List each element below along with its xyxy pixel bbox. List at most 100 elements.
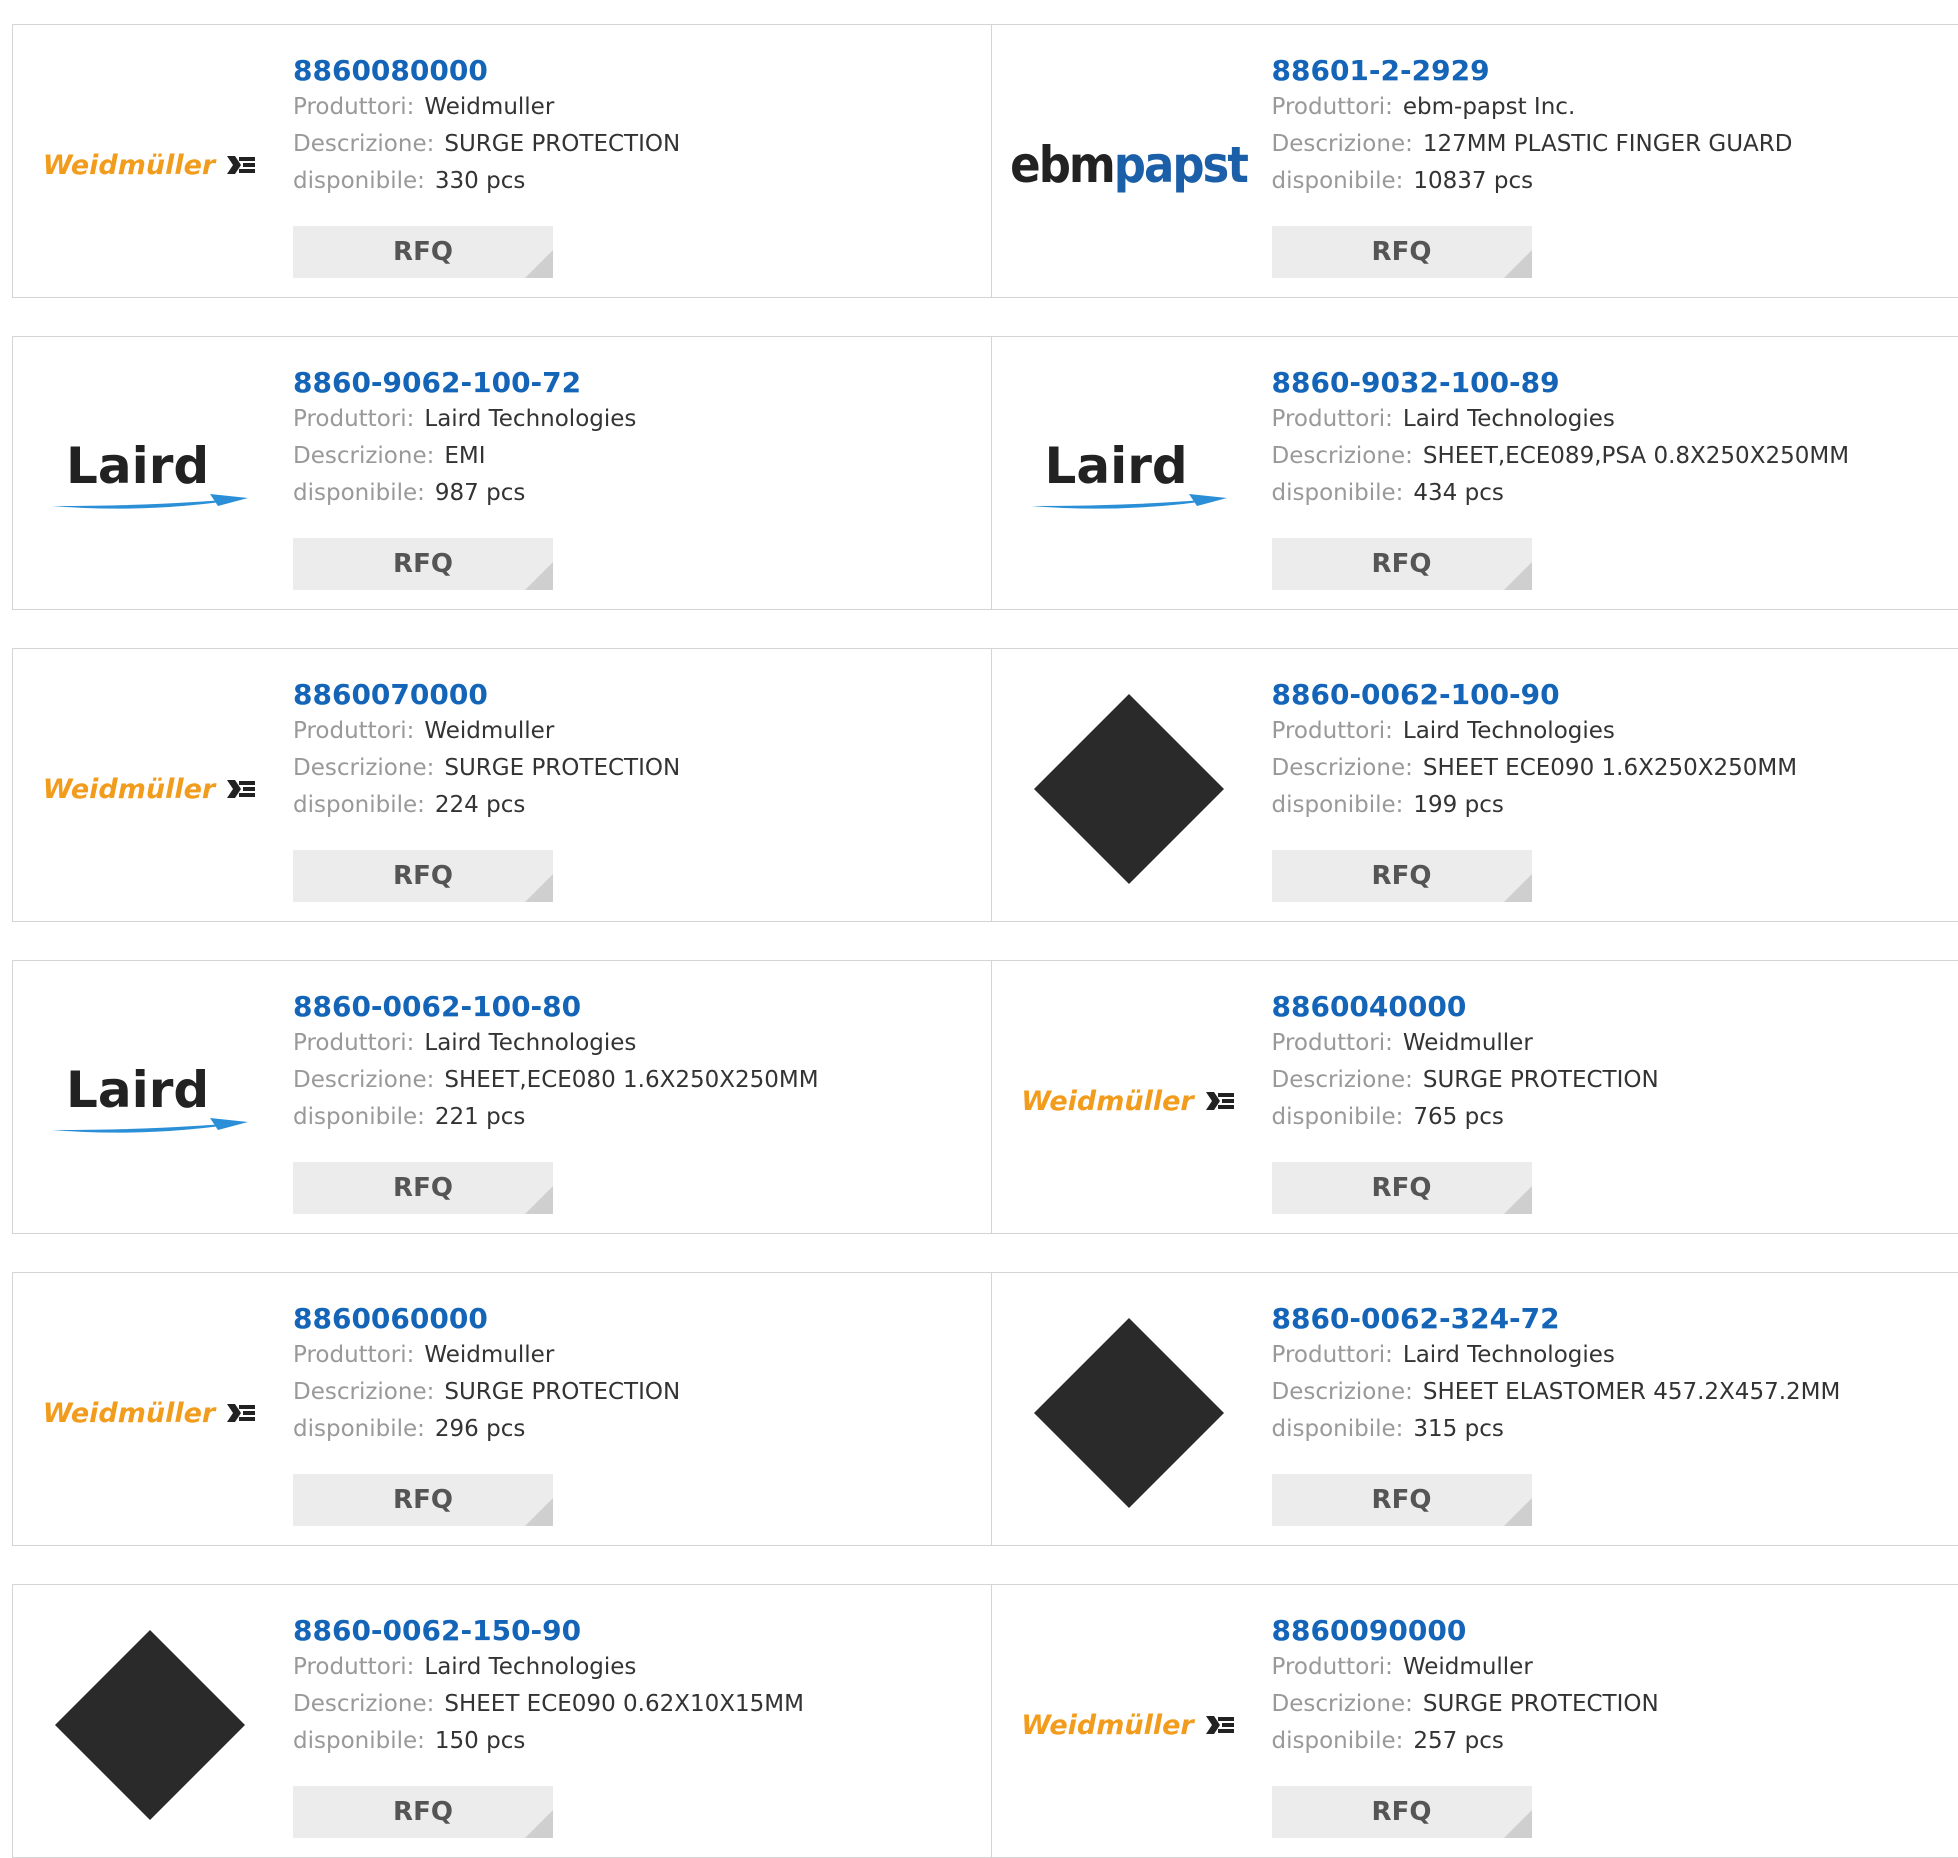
product-logo <box>1029 1313 1229 1513</box>
part-number-link[interactable]: 8860-0062-150-90 <box>293 1613 804 1649</box>
product-info: 8860-0062-100-80 Produttori:Laird Techno… <box>293 989 819 1136</box>
description-line: Descrizione:SURGE PROTECTION <box>293 750 680 787</box>
available-label: disponibile: <box>293 792 425 818</box>
part-number-link[interactable]: 8860-9032-100-89 <box>1272 365 1850 401</box>
manufacturer-line: Produttori:Laird Technologies <box>1272 1337 1841 1374</box>
product-card: ebmpapst 88601-2-2929 Produttori:ebm-pap… <box>991 25 1958 297</box>
product-row: Laird 8860-0062-100-80 Produttori:Laird … <box>12 960 1958 1234</box>
weidmuller-cross-icon <box>225 1401 257 1425</box>
product-logo: Laird <box>50 1001 250 1201</box>
manufacturer-label: Produttori: <box>1272 718 1393 744</box>
product-row: Weidmüller 8860080000 Produttori:Weidmul… <box>12 24 1958 298</box>
manufacturer-line: Produttori:ebm-papst Inc. <box>1272 89 1793 126</box>
description-value: SURGE PROTECTION <box>1423 1067 1659 1093</box>
part-number-link[interactable]: 8860080000 <box>293 53 680 89</box>
product-card: 8860-0062-150-90 Produttori: Laird Techno… <box>13 1585 991 1857</box>
description-line: Descrizione:SHEET,ECE089,PSA 0.8X250X250… <box>1272 438 1850 475</box>
description-value: EMI <box>444 443 485 469</box>
laird-wordmark: Laird <box>66 1064 209 1116</box>
product-logo: Weidmüller <box>50 689 250 889</box>
part-number-link[interactable]: 8860-0062-100-80 <box>293 989 819 1025</box>
rfq-corner-icon <box>525 1810 553 1838</box>
weidmuller-wordmark: Weidmüller <box>1021 1710 1193 1741</box>
rfq-label: RFQ <box>1372 1173 1432 1203</box>
part-number-link[interactable]: 8860040000 <box>1272 989 1659 1025</box>
manufacturer-label: Produttori: <box>293 1654 414 1680</box>
available-label: disponibile: <box>1272 480 1404 506</box>
rfq-button[interactable]: RFQ <box>293 226 553 278</box>
available-line: disponibile: 224 pcs <box>293 787 680 824</box>
manufacturer-label: Produttori: <box>293 718 414 744</box>
rfq-button[interactable]: RFQ <box>293 1786 553 1838</box>
product-info: 8860090000 Produttori:Weidmuller Descriz… <box>1272 1613 1659 1760</box>
product-card: Weidmüller 8860040000 Produttori:Weidmul… <box>991 961 1958 1233</box>
available-label: disponibile: <box>293 1416 425 1442</box>
rfq-corner-icon <box>1504 250 1532 278</box>
description-line: Descrizione:SURGE PROTECTION <box>293 126 680 163</box>
rfq-button[interactable]: RFQ <box>293 1474 553 1526</box>
available-line: disponibile:330 pcs <box>293 163 680 200</box>
product-info: 8860070000 Produttori:Weidmuller Descriz… <box>293 677 680 824</box>
manufacturer-line: Produttori:Laird Technologies <box>1272 713 1798 750</box>
product-info: 8860-0062-150-90 Produttori: Laird Techno… <box>293 1613 804 1760</box>
available-line: disponibile:10837 pcs <box>1272 163 1793 200</box>
rfq-button[interactable]: RFQ <box>1272 850 1532 902</box>
product-grid: Weidmüller 8860080000 Produttori:Weidmul… <box>0 0 1958 1851</box>
product-info: 8860-0062-324-72 Produttori:Laird Techno… <box>1272 1301 1841 1448</box>
available-label: disponibile: <box>293 480 425 506</box>
rfq-label: RFQ <box>393 1173 453 1203</box>
part-number-link[interactable]: 8860060000 <box>293 1301 680 1337</box>
description-value: SURGE PROTECTION <box>444 131 680 157</box>
rfq-corner-icon <box>525 250 553 278</box>
product-logo <box>50 1625 250 1825</box>
weidmuller-wordmark: Weidmüller <box>43 1398 215 1429</box>
rfq-label: RFQ <box>1372 1485 1432 1515</box>
part-number-link[interactable]: 8860090000 <box>1272 1613 1659 1649</box>
part-number-link[interactable]: 8860-0062-324-72 <box>1272 1301 1841 1337</box>
available-value: 224 pcs <box>435 792 525 818</box>
rfq-corner-icon <box>525 874 553 902</box>
rfq-button[interactable]: RFQ <box>293 1162 553 1214</box>
description-label: Descrizione: <box>293 755 434 781</box>
available-value: 150 pcs <box>435 1728 525 1754</box>
product-info: 8860080000 Produttori:Weidmuller Descriz… <box>293 53 680 200</box>
product-row: 8860-0062-150-90 Produttori: Laird Techno… <box>12 1584 1958 1858</box>
manufacturer-label: Produttori: <box>1272 1030 1393 1056</box>
laird-wordmark: Laird <box>1045 440 1188 492</box>
manufacturer-value: ebm-papst Inc. <box>1403 94 1575 120</box>
rfq-label: RFQ <box>393 1485 453 1515</box>
description-label: Descrizione: <box>293 1379 434 1405</box>
rfq-button[interactable]: RFQ <box>1272 1474 1532 1526</box>
rfq-button[interactable]: RFQ <box>1272 226 1532 278</box>
product-card: Weidmüller 8860090000 Produttori:Weidmul… <box>991 1585 1958 1857</box>
product-logo: Weidmüller <box>1029 1625 1229 1825</box>
description-value: SHEET,ECE089,PSA 0.8X250X250MM <box>1423 443 1849 469</box>
manufacturer-value: Weidmuller <box>424 1342 554 1368</box>
available-line: disponibile:434 pcs <box>1272 475 1850 512</box>
part-number-link[interactable]: 8860070000 <box>293 677 680 713</box>
available-value: 10837 pcs <box>1413 168 1533 194</box>
rfq-label: RFQ <box>393 549 453 579</box>
rfq-button[interactable]: RFQ <box>293 850 553 902</box>
weidmuller-wordmark: Weidmüller <box>1021 1086 1193 1117</box>
sheet-product-image <box>50 1625 250 1825</box>
rfq-button[interactable]: RFQ <box>1272 1162 1532 1214</box>
manufacturer-label: Produttori: <box>1272 1654 1393 1680</box>
part-number-link[interactable]: 8860-0062-100-90 <box>1272 677 1798 713</box>
ebm-wordmark: ebm <box>1010 136 1114 194</box>
rfq-corner-icon <box>1504 562 1532 590</box>
manufacturer-label: Produttori: <box>1272 406 1393 432</box>
rfq-button[interactable]: RFQ <box>1272 538 1532 590</box>
description-label: Descrizione: <box>1272 1067 1413 1093</box>
part-number-link[interactable]: 8860-9062-100-72 <box>293 365 636 401</box>
rfq-button[interactable]: RFQ <box>293 538 553 590</box>
rfq-corner-icon <box>525 1186 553 1214</box>
product-card: 8860-0062-100-90 Produttori:Laird Techno… <box>991 649 1958 921</box>
part-number-link[interactable]: 88601-2-2929 <box>1272 53 1793 89</box>
available-line: disponibile:765 pcs <box>1272 1099 1659 1136</box>
rfq-button[interactable]: RFQ <box>1272 1786 1532 1838</box>
manufacturer-value: Laird Technologies <box>424 1654 636 1680</box>
rfq-label: RFQ <box>1372 549 1432 579</box>
available-label: disponibile: <box>293 168 425 194</box>
product-card: Weidmüller 8860080000 Produttori:Weidmul… <box>13 25 991 297</box>
